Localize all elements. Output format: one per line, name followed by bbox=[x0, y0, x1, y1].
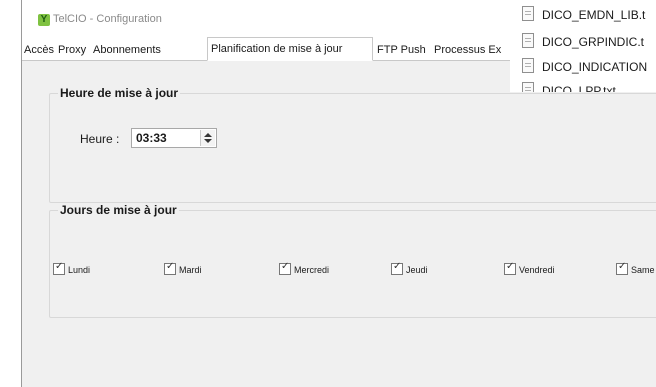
update-time-group-title: Heure de mise à jour bbox=[58, 86, 181, 100]
window-title: TelCIO - Configuration bbox=[53, 13, 162, 25]
file-name: DICO_EMDN_LIB.t bbox=[542, 8, 646, 22]
checkbox-lundi[interactable]: ✓ Lundi bbox=[53, 261, 91, 277]
file-list: DICO_EMDN_LIB.t DICO_GRPINDIC.t DICO_IND… bbox=[510, 0, 656, 92]
file-name: DICO_LPP.txt bbox=[542, 84, 616, 92]
checkbox-mardi[interactable]: ✓ Mardi bbox=[164, 261, 202, 277]
checkbox-icon[interactable]: ✓ bbox=[504, 261, 516, 275]
checkbox-label: Lundi bbox=[68, 265, 91, 275]
file-item[interactable]: DICO_EMDN_LIB.t bbox=[522, 5, 656, 25]
hour-value: 03:33 bbox=[136, 131, 167, 145]
checkbox-label: Jeudi bbox=[406, 265, 428, 275]
checkbox-label: Same bbox=[631, 265, 655, 275]
checkbox-vendredi[interactable]: ✓ Vendredi bbox=[504, 261, 555, 277]
update-time-group: Heure de mise à jour Heure : 03:33 bbox=[49, 86, 656, 203]
spin-up-icon[interactable] bbox=[204, 133, 212, 137]
spin-down-icon[interactable] bbox=[204, 139, 212, 143]
file-item[interactable]: DICO_GRPINDIC.t bbox=[522, 32, 656, 52]
text-file-icon bbox=[522, 58, 534, 73]
checkbox-label: Vendredi bbox=[519, 265, 555, 275]
tab-proxy[interactable]: Proxy bbox=[55, 40, 89, 60]
checkbox-icon[interactable]: ✓ bbox=[391, 261, 403, 275]
checkbox-icon[interactable]: ✓ bbox=[53, 261, 65, 275]
checkbox-samedi[interactable]: ✓ Same bbox=[616, 261, 655, 277]
checkbox-mercredi[interactable]: ✓ Mercredi bbox=[279, 261, 330, 277]
file-item[interactable]: DICO_INDICATION bbox=[522, 57, 656, 77]
hour-spinner[interactable] bbox=[200, 130, 215, 146]
tab-processus[interactable]: Processus Ex bbox=[431, 40, 504, 60]
tab-planification[interactable]: Planification de mise à jour bbox=[207, 37, 373, 61]
tab-acces[interactable]: Accès bbox=[21, 40, 57, 60]
checkbox-icon[interactable]: ✓ bbox=[164, 261, 176, 275]
checkbox-icon[interactable]: ✓ bbox=[616, 261, 628, 275]
tab-ftp-push[interactable]: FTP Push bbox=[374, 40, 429, 60]
checkbox-label: Mercredi bbox=[294, 265, 330, 275]
text-file-icon bbox=[522, 6, 534, 21]
update-days-group: Jours de mise à jour bbox=[49, 203, 656, 318]
tab-content-panel: Heure de mise à jour Heure : 03:33 Jours… bbox=[22, 61, 656, 387]
checkbox-label: Mardi bbox=[179, 265, 202, 275]
text-file-icon bbox=[522, 33, 534, 48]
checkbox-icon[interactable]: ✓ bbox=[279, 261, 291, 275]
file-name: DICO_INDICATION bbox=[542, 60, 648, 74]
file-name: DICO_GRPINDIC.t bbox=[542, 35, 645, 49]
app-logo-icon: Y bbox=[38, 14, 50, 26]
tab-abonnements[interactable]: Abonnements bbox=[90, 40, 164, 60]
file-item[interactable]: DICO_LPP.txt bbox=[522, 81, 656, 92]
update-days-group-title: Jours de mise à jour bbox=[58, 203, 179, 217]
checkbox-jeudi[interactable]: ✓ Jeudi bbox=[391, 261, 428, 277]
hour-time-picker[interactable]: 03:33 bbox=[131, 128, 217, 148]
text-file-icon bbox=[522, 82, 534, 92]
hour-label: Heure : bbox=[80, 132, 120, 146]
